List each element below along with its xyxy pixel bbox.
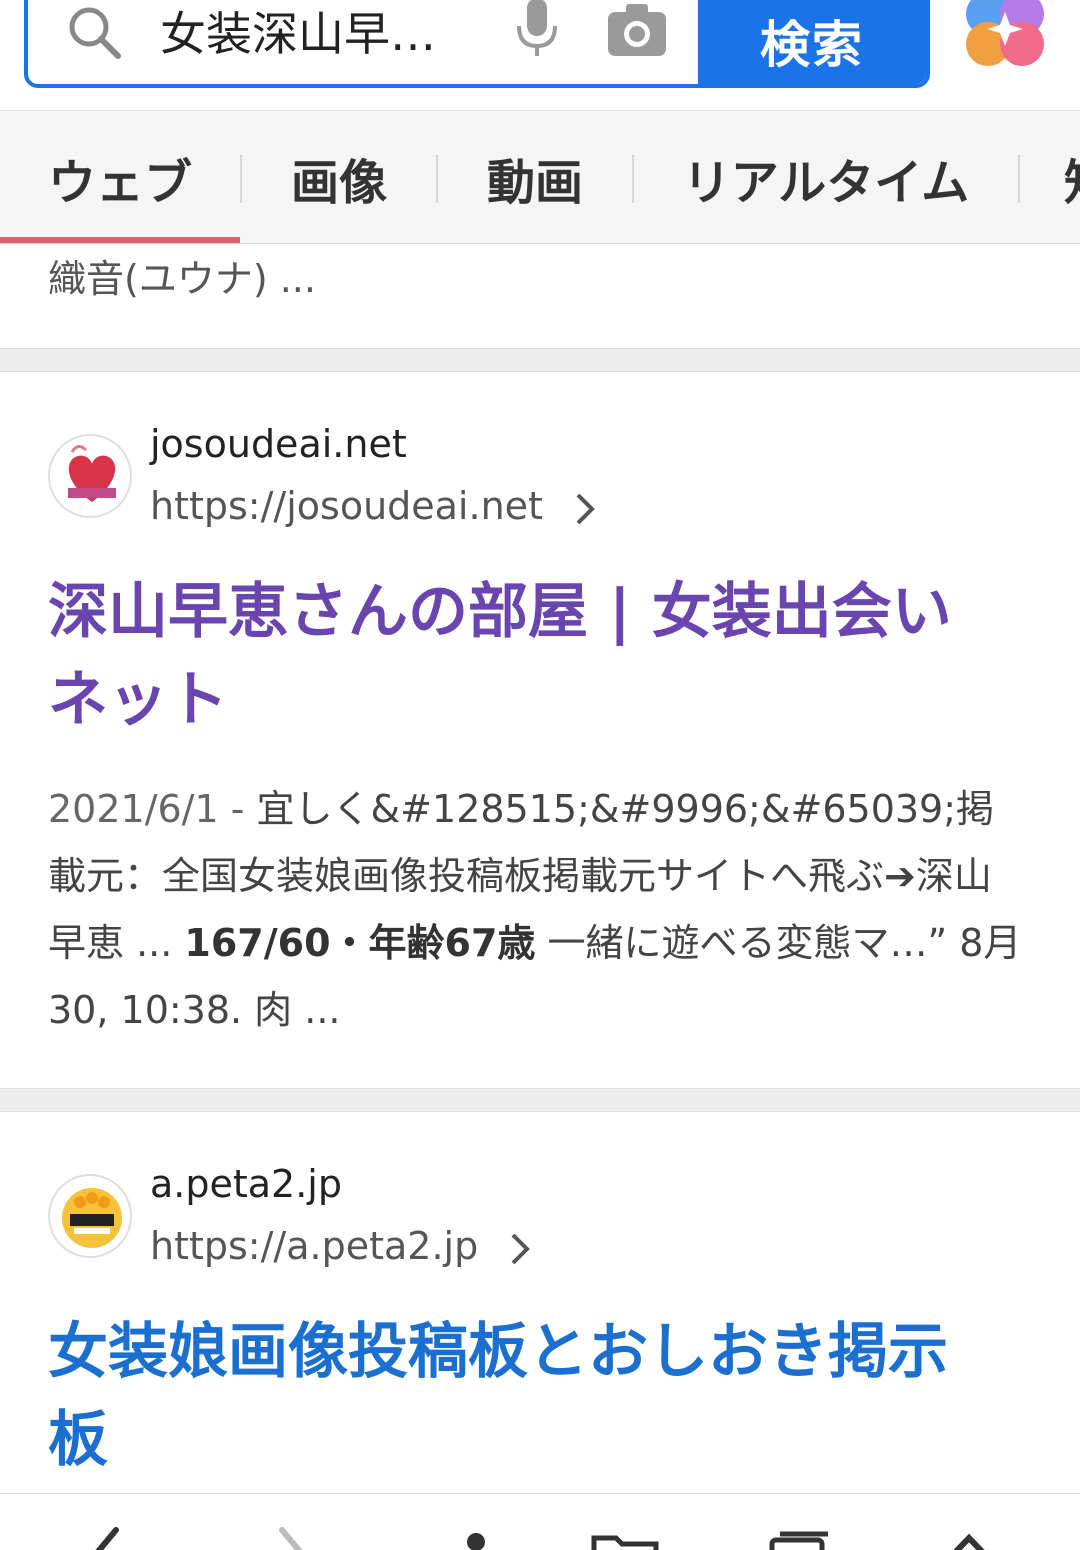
previous-result-snippet: 織音(ユウナ) ...: [48, 257, 316, 301]
date-separator: -: [218, 787, 257, 831]
back-icon[interactable]: [72, 1524, 142, 1550]
search-result: josoudeai.net https://josoudeai.net 深山早恵…: [0, 372, 1080, 1088]
result-divider: [0, 348, 1080, 372]
snippet-highlight: 167/60・年齢67歳: [184, 921, 536, 965]
forward-icon[interactable]: [256, 1524, 326, 1550]
tab-realtime[interactable]: リアルタイム: [634, 111, 1018, 243]
search-box[interactable]: 女装深山早… 検索: [24, 0, 930, 88]
search-icon[interactable]: [64, 2, 124, 62]
result-url-text: https://a.peta2.jp: [150, 1224, 479, 1268]
result-title-line: 女装娘画像投稿板とおしおき掲示: [48, 1317, 948, 1387]
result-title-link[interactable]: 深山早恵さんの部屋 | 女装出会い ネット: [48, 568, 1028, 744]
result-url-text: https://josoudeai.net: [150, 484, 543, 528]
search-result: a.peta2.jp https://a.peta2.jp 女装娘画像投稿板とお…: [0, 1112, 1080, 1492]
camera-icon[interactable]: [606, 2, 668, 58]
tab-images[interactable]: 画像: [242, 111, 436, 243]
site-favicon: [48, 1174, 132, 1258]
result-url[interactable]: https://a.peta2.jp: [150, 1224, 532, 1268]
chevron-right-icon: [576, 493, 595, 524]
result-domain: josoudeai.net: [150, 422, 407, 466]
search-tabs: ウェブ 画像 動画 リアルタイム 知: [0, 110, 1080, 244]
result-domain: a.peta2.jp: [150, 1162, 342, 1206]
tab-web[interactable]: ウェブ: [0, 111, 240, 243]
active-tab-indicator: [0, 237, 240, 243]
result-url[interactable]: https://josoudeai.net: [150, 484, 597, 528]
result-date: 2021/6/1: [48, 787, 219, 831]
result-title-link[interactable]: 女装娘画像投稿板とおしおき掲示 板: [48, 1308, 1028, 1484]
tab-chiebukuro[interactable]: 知: [1064, 111, 1080, 243]
search-results-page: 女装深山早… 検索 ウェブ 画像 動画 リアルタイム 織音(ユウナ) ... j…: [0, 0, 1080, 1550]
tab-videos[interactable]: 動画: [438, 111, 632, 243]
tabs-icon[interactable]: [762, 1524, 832, 1550]
microphone-icon[interactable]: [512, 0, 562, 58]
search-button[interactable]: 検索: [698, 0, 926, 84]
browser-toolbar: [0, 1493, 1080, 1550]
result-title-line: 深山早恵さんの部屋 | 女装出会い: [48, 577, 952, 647]
result-snippet: 2021/6/1 - 宜しく&#128515;&#9996;&#65039;掲載…: [48, 776, 1028, 1044]
paw-logo-icon: [62, 1188, 122, 1248]
share-icon[interactable]: [440, 1524, 510, 1550]
heart-logo-icon: [68, 445, 116, 502]
search-header: 女装深山早… 検索: [0, 0, 1080, 110]
folder-icon[interactable]: [590, 1524, 660, 1550]
result-title-line: 板: [48, 1405, 108, 1475]
result-divider: [0, 1088, 1080, 1112]
chevron-right-icon: [511, 1233, 531, 1264]
result-title-line: ネット: [48, 665, 228, 735]
site-favicon: [48, 434, 132, 518]
tab-divider: [1018, 155, 1020, 203]
search-input[interactable]: 女装深山早…: [160, 4, 490, 64]
home-icon[interactable]: [934, 1524, 1004, 1550]
ai-assistant-icon[interactable]: [962, 0, 1048, 66]
